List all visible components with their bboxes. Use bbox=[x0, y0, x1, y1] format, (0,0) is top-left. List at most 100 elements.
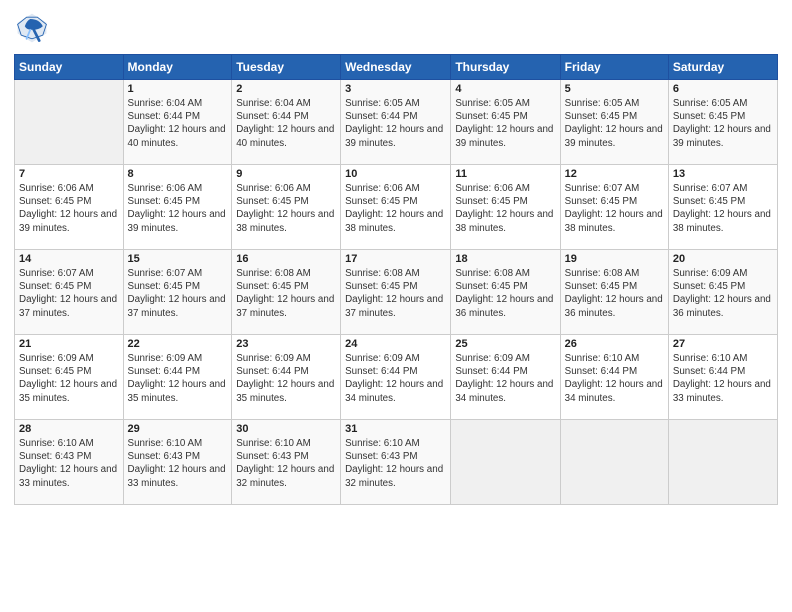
day-info: Sunrise: 6:10 AM Sunset: 6:43 PM Dayligh… bbox=[19, 437, 119, 490]
table-row: 31 Sunrise: 6:10 AM Sunset: 6:43 PM Dayli… bbox=[341, 420, 451, 505]
day-number: 9 bbox=[236, 168, 336, 180]
table-row: 3 Sunrise: 6:05 AM Sunset: 6:44 PM Daylig… bbox=[341, 80, 451, 165]
day-number: 28 bbox=[19, 423, 119, 435]
table-row: 16 Sunrise: 6:08 AM Sunset: 6:45 PM Dayli… bbox=[232, 250, 341, 335]
table-row: 21 Sunrise: 6:09 AM Sunset: 6:45 PM Dayli… bbox=[15, 335, 124, 420]
day-info: Sunrise: 6:09 AM Sunset: 6:44 PM Dayligh… bbox=[455, 352, 555, 405]
day-number: 4 bbox=[455, 83, 555, 95]
day-info: Sunrise: 6:05 AM Sunset: 6:45 PM Dayligh… bbox=[673, 97, 773, 150]
table-row: 27Sunrise: 6:10 AM Sunset: 6:44 PM Dayli… bbox=[668, 335, 777, 420]
table-row: 12Sunrise: 6:07 AM Sunset: 6:45 PM Dayli… bbox=[560, 165, 668, 250]
col-wednesday: Wednesday bbox=[341, 55, 451, 80]
day-info: Sunrise: 6:06 AM Sunset: 6:45 PM Dayligh… bbox=[345, 182, 446, 235]
day-number: 19 bbox=[565, 253, 664, 265]
day-info: Sunrise: 6:05 AM Sunset: 6:45 PM Dayligh… bbox=[565, 97, 664, 150]
col-friday: Friday bbox=[560, 55, 668, 80]
table-row: 25 Sunrise: 6:09 AM Sunset: 6:44 PM Dayli… bbox=[451, 335, 560, 420]
day-info: Sunrise: 6:09 AM Sunset: 6:45 PM Dayligh… bbox=[19, 352, 119, 405]
day-number: 2 bbox=[236, 83, 336, 95]
day-number: 7 bbox=[19, 168, 119, 180]
week-row-4: 21 Sunrise: 6:09 AM Sunset: 6:45 PM Dayli… bbox=[15, 335, 778, 420]
day-info: Sunrise: 6:04 AM Sunset: 6:44 PM Dayligh… bbox=[128, 97, 228, 150]
table-row bbox=[15, 80, 124, 165]
table-row: 29 Sunrise: 6:10 AM Sunset: 6:43 PM Dayli… bbox=[123, 420, 232, 505]
day-info: Sunrise: 6:07 AM Sunset: 6:45 PM Dayligh… bbox=[673, 182, 773, 235]
day-number: 31 bbox=[345, 423, 446, 435]
day-info: Sunrise: 6:08 AM Sunset: 6:45 PM Dayligh… bbox=[345, 267, 446, 320]
day-info: Sunrise: 6:09 AM Sunset: 6:45 PM Dayligh… bbox=[673, 267, 773, 320]
col-thursday: Thursday bbox=[451, 55, 560, 80]
page: Sunday Monday Tuesday Wednesday Thursday… bbox=[0, 0, 792, 612]
day-number: 26 bbox=[565, 338, 664, 350]
table-row: 23 Sunrise: 6:09 AM Sunset: 6:44 PM Dayli… bbox=[232, 335, 341, 420]
day-number: 16 bbox=[236, 253, 336, 265]
table-row: 11 Sunrise: 6:06 AM Sunset: 6:45 PM Dayli… bbox=[451, 165, 560, 250]
day-info: Sunrise: 6:10 AM Sunset: 6:43 PM Dayligh… bbox=[345, 437, 446, 490]
table-row bbox=[668, 420, 777, 505]
logo-icon bbox=[14, 10, 50, 46]
day-info: Sunrise: 6:06 AM Sunset: 6:45 PM Dayligh… bbox=[19, 182, 119, 235]
day-info: Sunrise: 6:05 AM Sunset: 6:45 PM Dayligh… bbox=[455, 97, 555, 150]
day-info: Sunrise: 6:08 AM Sunset: 6:45 PM Dayligh… bbox=[565, 267, 664, 320]
day-info: Sunrise: 6:07 AM Sunset: 6:45 PM Dayligh… bbox=[19, 267, 119, 320]
table-row bbox=[560, 420, 668, 505]
day-number: 17 bbox=[345, 253, 446, 265]
table-row: 22 Sunrise: 6:09 AM Sunset: 6:44 PM Dayli… bbox=[123, 335, 232, 420]
day-number: 10 bbox=[345, 168, 446, 180]
day-info: Sunrise: 6:05 AM Sunset: 6:44 PM Dayligh… bbox=[345, 97, 446, 150]
table-row: 30Sunrise: 6:10 AM Sunset: 6:43 PM Dayli… bbox=[232, 420, 341, 505]
day-info: Sunrise: 6:10 AM Sunset: 6:44 PM Dayligh… bbox=[565, 352, 664, 405]
day-info: Sunrise: 6:09 AM Sunset: 6:44 PM Dayligh… bbox=[345, 352, 446, 405]
header bbox=[14, 10, 778, 46]
table-row: 24 Sunrise: 6:09 AM Sunset: 6:44 PM Dayli… bbox=[341, 335, 451, 420]
day-number: 20 bbox=[673, 253, 773, 265]
day-number: 13 bbox=[673, 168, 773, 180]
day-number: 27 bbox=[673, 338, 773, 350]
week-row-1: 1 Sunrise: 6:04 AM Sunset: 6:44 PM Daylig… bbox=[15, 80, 778, 165]
table-row: 9 Sunrise: 6:06 AM Sunset: 6:45 PM Daylig… bbox=[232, 165, 341, 250]
day-info: Sunrise: 6:10 AM Sunset: 6:43 PM Dayligh… bbox=[128, 437, 228, 490]
day-number: 3 bbox=[345, 83, 446, 95]
day-number: 6 bbox=[673, 83, 773, 95]
table-row: 17 Sunrise: 6:08 AM Sunset: 6:45 PM Dayli… bbox=[341, 250, 451, 335]
table-row: 1 Sunrise: 6:04 AM Sunset: 6:44 PM Daylig… bbox=[123, 80, 232, 165]
day-number: 1 bbox=[128, 83, 228, 95]
table-row: 4 Sunrise: 6:05 AM Sunset: 6:45 PM Daylig… bbox=[451, 80, 560, 165]
table-row: 7 Sunrise: 6:06 AM Sunset: 6:45 PM Daylig… bbox=[15, 165, 124, 250]
day-number: 11 bbox=[455, 168, 555, 180]
day-info: Sunrise: 6:08 AM Sunset: 6:45 PM Dayligh… bbox=[236, 267, 336, 320]
day-info: Sunrise: 6:10 AM Sunset: 6:43 PM Dayligh… bbox=[236, 437, 336, 490]
table-row: 10 Sunrise: 6:06 AM Sunset: 6:45 PM Dayli… bbox=[341, 165, 451, 250]
day-number: 12 bbox=[565, 168, 664, 180]
day-number: 29 bbox=[128, 423, 228, 435]
table-row: 13 Sunrise: 6:07 AM Sunset: 6:45 PM Dayli… bbox=[668, 165, 777, 250]
day-info: Sunrise: 6:07 AM Sunset: 6:45 PM Dayligh… bbox=[128, 267, 228, 320]
table-row: 14Sunrise: 6:07 AM Sunset: 6:45 PM Dayli… bbox=[15, 250, 124, 335]
day-number: 21 bbox=[19, 338, 119, 350]
day-info: Sunrise: 6:09 AM Sunset: 6:44 PM Dayligh… bbox=[236, 352, 336, 405]
col-monday: Monday bbox=[123, 55, 232, 80]
week-row-2: 7 Sunrise: 6:06 AM Sunset: 6:45 PM Daylig… bbox=[15, 165, 778, 250]
week-row-3: 14Sunrise: 6:07 AM Sunset: 6:45 PM Dayli… bbox=[15, 250, 778, 335]
day-info: Sunrise: 6:06 AM Sunset: 6:45 PM Dayligh… bbox=[455, 182, 555, 235]
table-row: 15Sunrise: 6:07 AM Sunset: 6:45 PM Dayli… bbox=[123, 250, 232, 335]
table-row: 19 Sunrise: 6:08 AM Sunset: 6:45 PM Dayli… bbox=[560, 250, 668, 335]
day-number: 22 bbox=[128, 338, 228, 350]
table-row: 5 Sunrise: 6:05 AM Sunset: 6:45 PM Daylig… bbox=[560, 80, 668, 165]
table-row: 8Sunrise: 6:06 AM Sunset: 6:45 PM Daylig… bbox=[123, 165, 232, 250]
table-row: 18 Sunrise: 6:08 AM Sunset: 6:45 PM Dayli… bbox=[451, 250, 560, 335]
col-sunday: Sunday bbox=[15, 55, 124, 80]
table-row bbox=[451, 420, 560, 505]
day-number: 24 bbox=[345, 338, 446, 350]
day-info: Sunrise: 6:04 AM Sunset: 6:44 PM Dayligh… bbox=[236, 97, 336, 150]
day-number: 5 bbox=[565, 83, 664, 95]
day-info: Sunrise: 6:06 AM Sunset: 6:45 PM Dayligh… bbox=[236, 182, 336, 235]
col-tuesday: Tuesday bbox=[232, 55, 341, 80]
day-number: 23 bbox=[236, 338, 336, 350]
day-number: 25 bbox=[455, 338, 555, 350]
day-info: Sunrise: 6:06 AM Sunset: 6:45 PM Dayligh… bbox=[128, 182, 228, 235]
day-info: Sunrise: 6:08 AM Sunset: 6:45 PM Dayligh… bbox=[455, 267, 555, 320]
day-number: 18 bbox=[455, 253, 555, 265]
day-info: Sunrise: 6:09 AM Sunset: 6:44 PM Dayligh… bbox=[128, 352, 228, 405]
table-row: 28 Sunrise: 6:10 AM Sunset: 6:43 PM Dayli… bbox=[15, 420, 124, 505]
